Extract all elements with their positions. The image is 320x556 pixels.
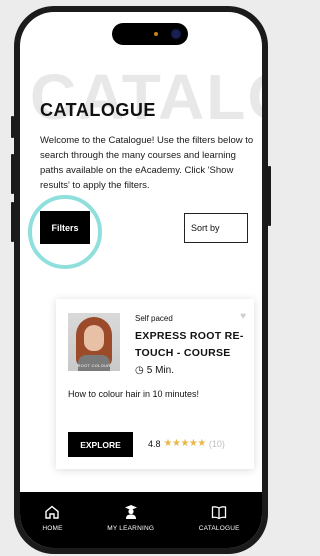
nav-item-catalogue[interactable]: CATALOGUE [199, 504, 240, 532]
clock-icon: ◷ [135, 365, 144, 376]
highlight-ring [28, 195, 102, 269]
dynamic-island [112, 23, 188, 45]
nav-label-home: HOME [42, 525, 63, 532]
course-rating: 4.8 ★★★★★ (10) [148, 438, 225, 449]
nav-label-my-learning: MY LEARNING [107, 525, 155, 532]
background-watermark: CATALOG [30, 61, 262, 133]
course-duration: ◷ 5 Min. [135, 365, 174, 376]
home-icon [45, 505, 60, 519]
sort-by-select[interactable]: Sort by [184, 213, 248, 243]
explore-button[interactable]: EXPLORE [68, 432, 133, 457]
app-screen: CATALOG CATALOGUE Welcome to the Catalog… [20, 12, 262, 548]
page-description: Welcome to the Catalogue! Use the filter… [40, 135, 254, 191]
book-icon [212, 506, 227, 520]
phone-side-button [11, 116, 14, 138]
course-pace: Self paced [135, 314, 173, 323]
thumb-face [84, 325, 104, 351]
rating-count: (10) [208, 438, 225, 449]
page-title: CATALOGUE [40, 100, 156, 120]
rating-value: 4.8 [148, 438, 161, 449]
bottom-nav: HOME MY LEARNING CATALOGUE [20, 492, 262, 548]
phone-volume-up [11, 154, 14, 194]
course-thumbnail: ROOT COLOUR [68, 313, 120, 371]
camera-icon [172, 30, 180, 38]
thumbnail-caption: ROOT COLOUR [77, 363, 111, 368]
course-title[interactable]: EXPRESS ROOT RE-TOUCH - COURSE [135, 328, 247, 362]
nav-label-catalogue: CATALOGUE [198, 525, 240, 532]
phone-frame: CATALOG CATALOGUE Welcome to the Catalog… [11, 6, 271, 554]
course-tagline: How to colour hair in 10 minutes! [68, 389, 200, 399]
favorite-heart-icon[interactable]: ♥ [240, 311, 246, 322]
rating-stars: ★★★★★ [163, 438, 207, 449]
nav-item-home[interactable]: HOME [42, 504, 62, 532]
duration-text: 5 Min. [146, 365, 174, 376]
phone-volume-down [11, 202, 14, 242]
graduate-icon [124, 505, 137, 519]
phone-power-button [268, 166, 271, 226]
course-card[interactable]: ROOT COLOUR Self paced ♥ EXPRESS ROOT RE… [56, 299, 254, 469]
indicator-dot [154, 32, 158, 36]
nav-item-my-learning[interactable]: MY LEARNING [107, 504, 154, 532]
